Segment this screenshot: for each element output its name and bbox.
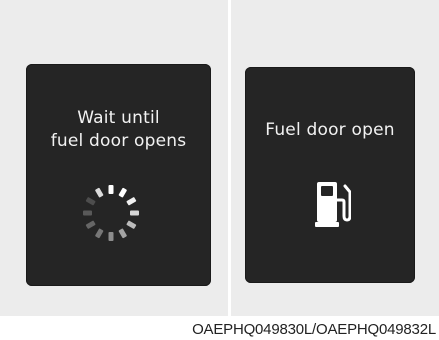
wait-fuel-door-display: Wait until fuel door opens [26,64,211,286]
figure-caption: OAEPHQ049830L/OAEPHQ049832L [192,321,436,338]
wait-message-line-1: Wait until [77,108,160,128]
fuel-pump-icon [315,182,351,227]
wait-message-line-2: fuel door opens [50,131,187,151]
loading-spinner-icon [83,185,139,241]
fuel-door-open-message: Fuel door open [265,120,395,140]
wait-message: Wait until fuel door opens [26,107,211,153]
fuel-door-open-display: Fuel door open [245,67,415,283]
